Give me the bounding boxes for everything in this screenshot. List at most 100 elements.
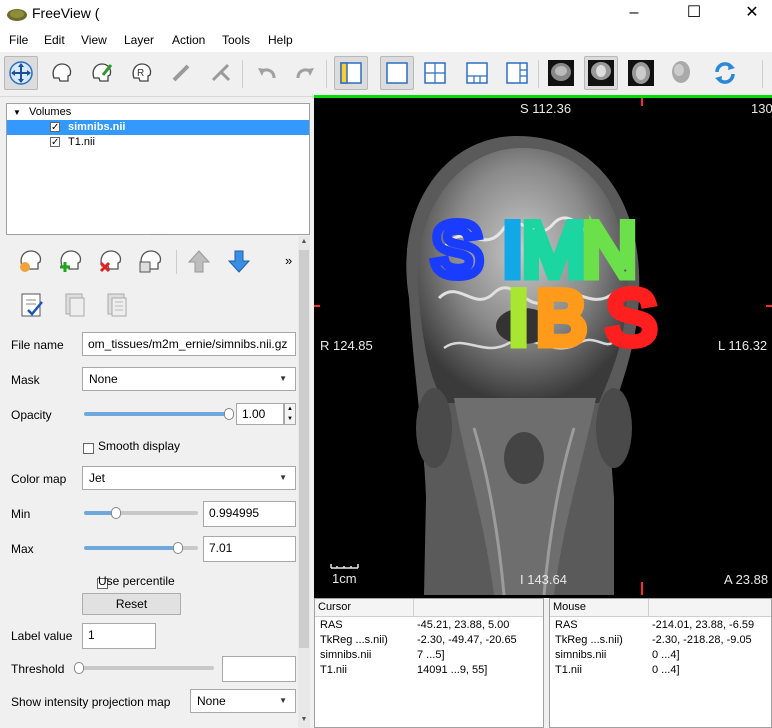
layer-properties-icon[interactable]	[18, 290, 48, 320]
menu-help[interactable]: Help	[268, 33, 293, 47]
scale-bar	[330, 564, 359, 569]
tree-group-volumes[interactable]: ▼ Volumes	[7, 105, 309, 120]
scrollbar-thumb[interactable]	[299, 250, 309, 648]
close-volume-icon[interactable]	[96, 246, 126, 276]
max-slider-handle[interactable]	[173, 542, 183, 554]
layer-visible-checkbox[interactable]	[50, 120, 60, 135]
layout-grid-icon	[424, 62, 446, 84]
arrow-up-icon[interactable]	[186, 248, 212, 274]
window-title: FreeView (	[32, 5, 100, 21]
splitter-handle[interactable]	[150, 234, 170, 238]
cursor-row-name: TkReg ...s.nii)	[320, 634, 388, 646]
min-value-field[interactable]: 0.994995	[203, 501, 296, 527]
chevron-down-icon[interactable]: ▼	[13, 105, 21, 120]
minimize-button[interactable]: –	[614, 2, 654, 24]
label-value-field[interactable]: 1	[82, 623, 156, 649]
voxel-edit-button[interactable]	[44, 56, 78, 90]
mouse-row-value[interactable]: 0 ...4]	[652, 664, 680, 676]
roi-edit-button[interactable]: R	[124, 56, 158, 90]
layout-1x1-sidebar-button[interactable]	[334, 56, 368, 90]
file-name-field[interactable]: om_tissues/m2m_ernie/simnibs.nii.gz	[82, 332, 296, 356]
cursor-row-value[interactable]: 7 ...5]	[417, 649, 445, 661]
save-volume-icon[interactable]	[136, 246, 166, 276]
mouse-row-value[interactable]: 0 ...4]	[652, 649, 680, 661]
render-view-coronal[interactable]: S I M N I B S S 112.36 130 R 124.85 L 11…	[314, 95, 772, 598]
properties-scrollbar[interactable]: ▲ ▼	[298, 236, 310, 728]
opacity-stepper[interactable]: ▲ ▼	[284, 403, 296, 425]
layer-name: T1.nii	[68, 136, 95, 148]
mouse-info-panel: Mouse RAS -214.01, 23.88, -6.59 TkReg ..…	[549, 598, 772, 728]
copy-icon[interactable]	[60, 290, 90, 320]
opacity-slider-track[interactable]	[84, 412, 228, 416]
colormap-select[interactable]: Jet ▼	[82, 466, 296, 490]
mask-label: Mask	[11, 373, 40, 387]
threshold-slider-handle[interactable]	[74, 662, 84, 674]
column-divider	[413, 599, 414, 616]
recon-edit-button[interactable]	[84, 56, 118, 90]
threshold-slider-track[interactable]	[76, 666, 214, 670]
layer-tree: ▼ Volumes simnibs.nii T1.nii	[6, 103, 310, 235]
layout-1-3-horizontal-button[interactable]	[500, 56, 534, 90]
scroll-down-arrow-icon[interactable]: ▼	[298, 714, 310, 726]
layout-1x1-button[interactable]	[380, 56, 414, 90]
undo-button[interactable]	[250, 56, 284, 90]
cursor-row-name: T1.nii	[320, 664, 347, 676]
smooth-display-checkbox[interactable]	[83, 443, 94, 455]
mouse-row-value[interactable]: -214.01, 23.88, -6.59	[652, 619, 754, 631]
layout-1-3h-icon	[506, 62, 528, 84]
reset-view-button[interactable]	[708, 56, 742, 90]
cursor-row-value[interactable]: -2.30, -49.47, -20.65	[417, 634, 517, 646]
close-button[interactable]: ✕	[732, 2, 772, 24]
min-slider-handle[interactable]	[111, 507, 121, 519]
toolbar-separator	[326, 60, 327, 88]
view-coronal-button[interactable]	[584, 56, 618, 90]
overlay-letter-s1: S	[432, 208, 483, 293]
menu-layer[interactable]: Layer	[124, 33, 154, 47]
max-value-field[interactable]: 7.01	[203, 536, 296, 562]
reset-button[interactable]: Reset	[82, 593, 181, 615]
menu-action[interactable]: Action	[172, 33, 205, 47]
load-volume-icon[interactable]	[16, 246, 46, 276]
cursor-info-panel: Cursor RAS -45.21, 23.88, 5.00 TkReg ...…	[314, 598, 544, 728]
view-3d-button[interactable]	[664, 56, 698, 90]
title-bar: FreeView ( – ☐ ✕	[0, 0, 772, 28]
view-axial-button[interactable]	[624, 56, 658, 90]
threshold-label: Threshold	[11, 662, 65, 676]
mask-select[interactable]: None ▼	[82, 367, 296, 391]
contour-button[interactable]	[204, 56, 238, 90]
mouse-row-name: T1.nii	[555, 664, 582, 676]
menu-tools[interactable]: Tools	[222, 33, 250, 47]
menu-view[interactable]: View	[81, 33, 107, 47]
max-slider-fill[interactable]	[84, 546, 178, 550]
maximize-button[interactable]: ☐	[674, 2, 714, 24]
menu-edit[interactable]: Edit	[44, 33, 65, 47]
cursor-panel-header: Cursor	[315, 599, 543, 617]
point-set-edit-button[interactable]	[164, 56, 198, 90]
3d-head-icon	[672, 61, 690, 83]
layout-2x2-button[interactable]	[418, 56, 452, 90]
cursor-row-value[interactable]: -45.21, 23.88, 5.00	[417, 619, 509, 631]
more-icon[interactable]: »	[285, 253, 292, 268]
paste-icon[interactable]	[102, 290, 132, 320]
arrow-down-icon[interactable]	[226, 248, 252, 274]
coord-anterior: A 23.88	[724, 572, 769, 587]
threshold-value-field[interactable]	[222, 656, 296, 682]
toolbar-separator	[538, 60, 539, 88]
layer-item-simnibs[interactable]: simnibs.nii	[7, 120, 309, 135]
layer-item-t1[interactable]: T1.nii	[7, 135, 309, 150]
cursor-row-value[interactable]: 14091 ...9, 55]	[417, 664, 487, 676]
layer-visible-checkbox[interactable]	[50, 135, 60, 150]
menu-file[interactable]: File	[9, 33, 28, 47]
opacity-slider-handle[interactable]	[224, 408, 234, 420]
min-slider-track[interactable]	[116, 511, 198, 515]
opacity-spinbox[interactable]: 1.00	[236, 403, 284, 425]
scroll-up-arrow-icon[interactable]: ▲	[298, 236, 310, 248]
view-sagittal-button[interactable]	[544, 56, 578, 90]
projection-map-label: Show intensity projection map	[11, 695, 171, 709]
projection-map-select[interactable]: None ▼	[190, 689, 296, 713]
mouse-row-value[interactable]: -2.30, -218.28, -9.05	[652, 634, 752, 646]
layout-1-3-button[interactable]	[460, 56, 494, 90]
new-volume-icon[interactable]	[56, 246, 86, 276]
redo-button[interactable]	[288, 56, 322, 90]
navigate-tool-button[interactable]	[4, 56, 38, 90]
